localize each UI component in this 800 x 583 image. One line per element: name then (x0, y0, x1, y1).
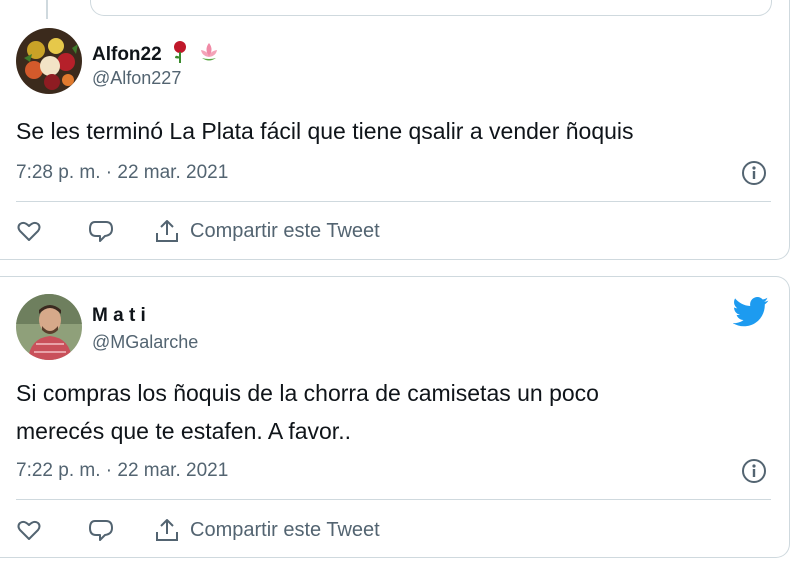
twitter-logo-icon[interactable] (732, 297, 769, 327)
tweet-text-line: Si compras los ñoquis de la chorra de ca… (16, 380, 599, 406)
tweet-actions: Compartir este Tweet (16, 214, 380, 248)
tweet-timestamp[interactable]: 7:22 p. m. · 22 mar. 2021 (16, 460, 228, 482)
divider (16, 201, 771, 202)
lotus-emoji (198, 41, 220, 69)
share-label: Compartir este Tweet (190, 518, 380, 541)
thread-connector-line (46, 0, 48, 19)
share-button[interactable]: Compartir este Tweet (154, 218, 380, 244)
tweet-card-alfon22[interactable]: Alfon22 @Alfon227 Se les terminó La Plat… (0, 0, 790, 260)
share-icon (156, 519, 178, 541)
share-button[interactable]: Compartir este Tweet (154, 517, 380, 543)
divider (16, 499, 771, 500)
avatar[interactable] (16, 28, 82, 94)
tweet-text-line: merecés que te estafen. A favor.. (16, 418, 351, 444)
tweet-text: Se les terminó La Plata fácil que tiene … (16, 118, 634, 144)
heart-icon[interactable] (16, 517, 42, 543)
tweet-text: Si compras los ñoquis de la chorra de ca… (16, 374, 599, 450)
reply-icon[interactable] (88, 517, 114, 543)
rose-emoji (173, 41, 187, 69)
tweet-card-mati[interactable]: M a t i @MGalarche Si compras los ñoquis… (0, 276, 790, 558)
info-icon[interactable] (741, 160, 767, 186)
reply-icon[interactable] (88, 218, 114, 244)
user-handle[interactable]: @MGalarche (92, 332, 198, 353)
tweet-actions: Compartir este Tweet (16, 513, 380, 547)
user-handle[interactable]: @Alfon227 (92, 68, 181, 89)
tweet-timestamp[interactable]: 7:28 p. m. · 22 mar. 2021 (16, 162, 228, 184)
display-name[interactable]: M a t i (92, 305, 146, 327)
avatar[interactable] (16, 294, 82, 360)
heart-icon[interactable] (16, 218, 42, 244)
info-icon[interactable] (741, 458, 767, 484)
quoted-tweet-stub[interactable] (90, 0, 772, 16)
share-label: Compartir este Tweet (190, 219, 380, 242)
display-name[interactable]: Alfon22 (92, 41, 220, 69)
share-icon (156, 220, 178, 242)
